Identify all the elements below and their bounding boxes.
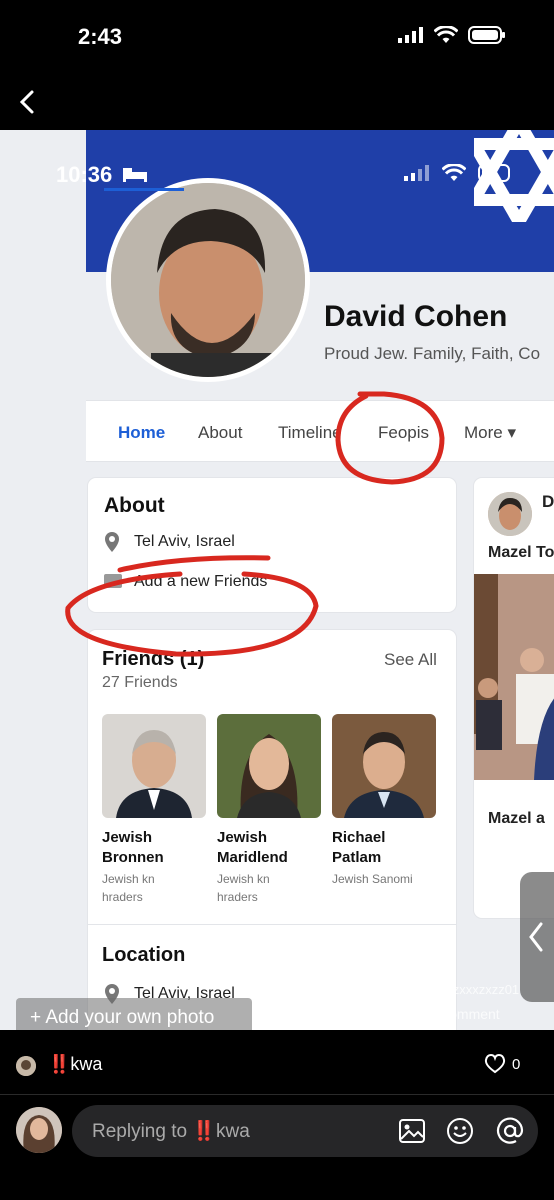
reply-placeholder: Replying to ‼️kwa <box>92 1121 250 1142</box>
friend-photo-2[interactable] <box>217 714 321 818</box>
friend-name-3[interactable]: Richael Patlam <box>332 828 385 868</box>
profile-tabs: Home About Timeline Feopis More ▾ <box>86 400 554 462</box>
friend-photo-3[interactable] <box>332 714 436 818</box>
like-button[interactable]: 0 <box>484 1054 520 1074</box>
battery-icon <box>478 164 510 182</box>
back-chevron-icon[interactable] <box>14 88 42 116</box>
tab-home[interactable]: Home <box>118 423 165 443</box>
see-all-link[interactable]: See All <box>384 650 437 670</box>
profile-bio: Proud Jew. Family, Faith, Co <box>324 344 541 363</box>
reply-author-name[interactable]: ‼️kwa <box>48 1054 102 1075</box>
friends-title: Friends (1) <box>102 648 205 670</box>
tab-timeline[interactable]: Timeline <box>278 423 342 443</box>
like-count: 0 <box>512 1055 521 1073</box>
cellular-signal-icon <box>404 165 429 181</box>
friend-sub-1: Jewish kn hraders <box>102 872 155 904</box>
image-icon[interactable] <box>398 1117 426 1145</box>
emoji-icon[interactable] <box>446 1117 474 1145</box>
location-title: Location <box>102 944 186 966</box>
friends-card: Friends (1) See All 27 Friends Jewish Br… <box>88 630 456 1030</box>
nav-bar <box>0 70 554 130</box>
inner-status-icons <box>404 164 512 182</box>
friend-photo-1[interactable] <box>102 714 206 818</box>
status-time: 2:43 <box>78 24 123 49</box>
location-pin-icon <box>105 532 119 552</box>
friends-count: 27 Friends <box>102 674 178 691</box>
tab-about[interactable]: About <box>198 423 242 443</box>
bed-icon <box>123 168 147 182</box>
about-location: Tel Aviv, Israel <box>134 533 235 550</box>
reply-composer: Replying to ‼️kwa <box>0 1094 554 1200</box>
post-author-initial: D <box>542 492 554 511</box>
friend-sub-3: Jewish Sanomi <box>332 872 413 886</box>
reply-author-avatar[interactable] <box>16 1056 36 1076</box>
tab-feopis[interactable]: Feopis <box>378 423 429 443</box>
tiktok-source-watermark: From TikTok comment <box>362 1006 500 1022</box>
add-your-own-photo-button[interactable]: + Add your own photo <box>16 998 252 1030</box>
mention-icon[interactable] <box>496 1117 524 1145</box>
phone-status-bar: 2:43 <box>0 0 554 70</box>
wifi-icon <box>434 26 458 43</box>
add-new-friends-link[interactable]: Add a new Friends <box>134 573 267 591</box>
reply-photo[interactable]: 10:36 David Cohen Proud Jew. Family, Fai… <box>0 130 554 1030</box>
divider <box>88 924 456 925</box>
profile-name: David Cohen <box>324 300 508 333</box>
expand-panel-handle[interactable] <box>520 872 554 1002</box>
my-avatar[interactable] <box>16 1107 62 1153</box>
post-author-avatar <box>488 492 532 536</box>
wifi-icon <box>442 164 466 181</box>
inner-status-time: 10:36 <box>56 162 113 187</box>
post-card: D Mazel To Mazel a <box>474 478 554 918</box>
post-caption: Mazel To <box>488 544 554 561</box>
tab-more[interactable]: More ▾ <box>464 423 516 443</box>
profile-photo <box>111 183 305 377</box>
reply-meta-row: ‼️kwa 0 <box>0 1030 554 1094</box>
tiktok-username-watermark: @zzzzxxxzxzz01 <box>420 982 520 997</box>
friend-sub-2: Jewish kn hraders <box>217 872 270 904</box>
post-caption-2: Mazel a <box>488 810 545 827</box>
friend-name-1[interactable]: Jewish Bronnen <box>102 828 164 868</box>
status-icons <box>398 26 506 44</box>
heart-icon <box>484 1054 506 1074</box>
cellular-signal-icon <box>398 27 423 43</box>
people-icon <box>104 574 122 588</box>
about-card: About Tel Aviv, Israel Add a new Friends <box>88 478 456 612</box>
battery-icon <box>468 26 505 44</box>
post-photo[interactable] <box>474 574 554 780</box>
profile-picture <box>106 178 310 382</box>
friend-name-2[interactable]: Jewish Maridlend <box>217 828 288 868</box>
chevron-left-icon <box>529 922 543 952</box>
about-title: About <box>104 494 165 517</box>
active-tab-underline <box>104 188 184 191</box>
